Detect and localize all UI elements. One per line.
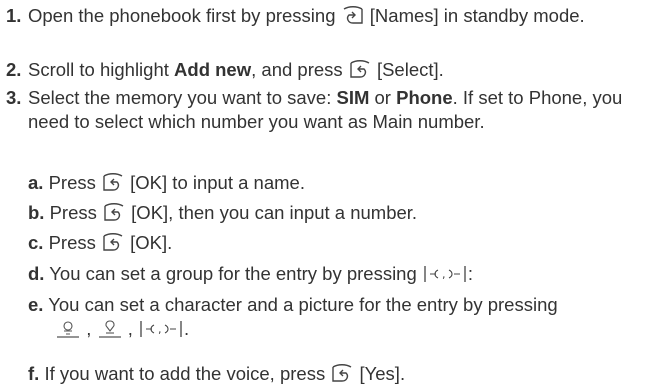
left-right-navigation-key-icon: ,: [422, 264, 468, 290]
substep-text: If you want to add the voice, press: [44, 363, 326, 384]
step-3: 3. Select the memory you want to save: S…: [0, 86, 645, 134]
substep-f: f. If you want to add the voice, press […: [28, 362, 648, 386]
step-text: , and press: [251, 59, 343, 80]
separator: ,: [127, 318, 133, 339]
substep-a: a. Press [OK] to input a name.: [28, 171, 648, 195]
substep-text: :: [467, 263, 474, 284]
substep-e: e. You can set a character and a picture…: [28, 293, 648, 345]
left-soft-key-icon: [101, 231, 125, 253]
step-text: or: [374, 87, 391, 108]
up-navigation-key-icon: [55, 319, 81, 345]
step-1: 1. Open the phonebook first by pressing …: [0, 4, 645, 28]
step-number: 3.: [6, 87, 22, 108]
left-soft-key-icon: [102, 201, 126, 223]
substep-letter: c.: [28, 232, 44, 253]
step-text: Scroll to highlight: [28, 59, 169, 80]
step-text: [Select].: [376, 59, 444, 80]
separator: ,: [86, 318, 92, 339]
substep-d: d. You can set a group for the entry by …: [28, 262, 648, 290]
substep-letter: b.: [28, 202, 45, 223]
step-text: Select the memory you want to save:: [28, 87, 332, 108]
step-text: Open the phonebook first by pressing: [28, 5, 336, 26]
substep-text: Press: [48, 172, 96, 193]
substep-text: Press: [48, 232, 96, 253]
substep-text: [OK].: [130, 232, 173, 253]
substep-c: c. Press [OK].: [28, 231, 648, 255]
substep-letter: a.: [28, 172, 44, 193]
substep-letter: e.: [28, 294, 44, 315]
left-right-navigation-key-icon: ,: [138, 319, 184, 345]
svg-text:,: ,: [158, 323, 162, 336]
step-2: 2. Scroll to highlight Add new, and pres…: [0, 58, 645, 82]
left-soft-key-icon: [101, 171, 125, 193]
left-soft-key-icon: [330, 362, 354, 384]
left-soft-key-icon: [348, 58, 372, 80]
substep-text: Press: [49, 202, 97, 223]
substep-letter: d.: [28, 263, 45, 284]
step-number: 1.: [6, 5, 22, 26]
substep-b: b. Press [OK], then you can input a numb…: [28, 201, 648, 225]
substep-text: .: [183, 318, 190, 339]
right-soft-key-icon: [341, 4, 365, 26]
substep-text: [Yes].: [359, 363, 406, 384]
substep-text: You can set a group for the entry by pre…: [49, 263, 417, 284]
step-number: 2.: [6, 59, 22, 80]
substep-text: [OK], then you can input a number.: [131, 202, 418, 223]
option-phone: Phone: [396, 87, 453, 108]
option-sim: SIM: [336, 87, 370, 108]
down-navigation-key-icon: [97, 319, 123, 345]
instruction-page: 1. Open the phonebook first by pressing …: [0, 0, 651, 390]
step-text: [Names] in standby mode.: [369, 5, 585, 26]
menu-item-add-new: Add new: [174, 59, 252, 80]
substep-text: [OK] to input a name.: [130, 172, 305, 193]
substep-letter: f.: [28, 363, 40, 384]
substep-text: You can set a character and a picture fo…: [48, 294, 558, 315]
svg-text:,: ,: [442, 268, 446, 281]
